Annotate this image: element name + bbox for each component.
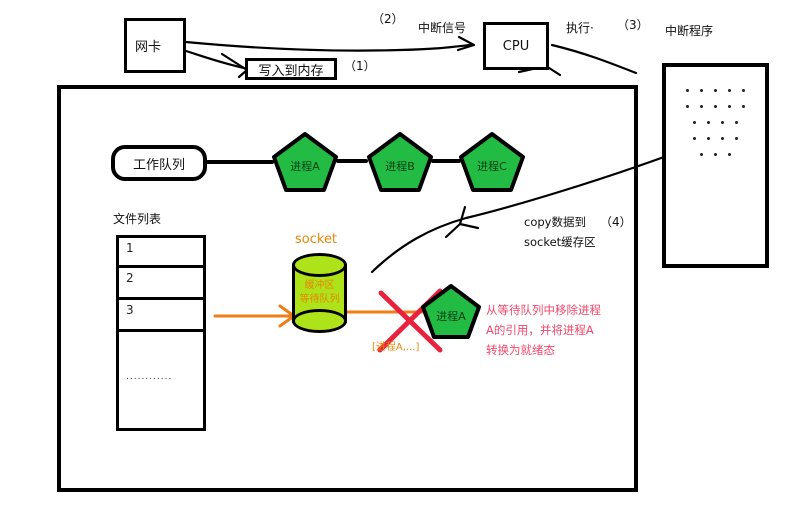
file-list-title: 文件列表 xyxy=(113,212,162,226)
file-list-row[interactable]: 3 xyxy=(119,300,203,332)
interrupt-program-label: 中断程序 xyxy=(665,24,714,38)
dot xyxy=(700,89,703,92)
dot xyxy=(735,121,738,124)
removed-process-label: 进程A xyxy=(436,309,466,323)
nic-to-memory-arrowhead-a xyxy=(220,52,249,72)
step-1-label: （1） xyxy=(344,59,376,73)
work-queue-label: 工作队列 xyxy=(132,157,185,173)
step-3-label: （3） xyxy=(617,18,649,32)
remove-note-line-3: 转换为就绪态 xyxy=(486,343,555,357)
dot xyxy=(714,105,717,108)
process-label: 进程A xyxy=(290,160,320,173)
dot xyxy=(728,105,731,108)
step-4-label: （4） xyxy=(600,215,632,229)
removed-process-node-a[interactable]: 进程A xyxy=(420,283,482,340)
copy-note: copy数据到 socket缓存区 xyxy=(524,212,596,252)
process-node-a[interactable]: 进程A xyxy=(271,131,339,193)
dot xyxy=(707,137,710,140)
dot xyxy=(728,89,731,92)
nic-label: 网卡 xyxy=(135,40,162,55)
cpu-box[interactable]: CPU xyxy=(483,22,549,70)
write-to-memory-box[interactable]: 写入到内存 xyxy=(245,58,337,80)
copy-note-line-1: copy数据到 xyxy=(524,215,586,229)
dot xyxy=(742,105,745,108)
file-list-row-label: ............ xyxy=(126,372,173,382)
file-list-box[interactable]: 1 2 3 ............ xyxy=(116,235,206,431)
execute-label: 执行· xyxy=(566,21,594,35)
process-label: 进程B xyxy=(385,160,415,173)
file-list-row[interactable]: 1 xyxy=(119,238,203,268)
cylinder-top xyxy=(292,253,347,277)
file-list-row-label: 3 xyxy=(126,303,134,317)
remove-note-line-1: 从等待队列中移除进程 xyxy=(486,303,601,317)
nic-to-cpu-arrowhead xyxy=(456,35,476,52)
file-list-row[interactable]: ............ xyxy=(119,332,203,424)
process-node-c[interactable]: 进程C xyxy=(458,131,526,193)
cylinder-line-1: 缓冲区 xyxy=(304,280,335,291)
dot xyxy=(693,121,696,124)
dot xyxy=(742,89,745,92)
dot-row xyxy=(666,153,765,156)
dot-row xyxy=(666,89,765,92)
nic-to-cpu-line xyxy=(184,40,472,52)
dot xyxy=(700,153,703,156)
file-list-row-label: 1 xyxy=(126,241,134,255)
remove-note: 从等待队列中移除进程 A的引用，并将进程A 转换为就绪态 xyxy=(486,300,601,360)
dot xyxy=(721,137,724,140)
dot-row xyxy=(666,137,765,140)
socket-cylinder[interactable]: 缓冲区 等待队列 xyxy=(292,253,347,335)
diagram-canvas: 网卡 写入到内存 （1） （2） 中断信号 CPU 执行· （3） 中断程序 工… xyxy=(0,0,794,505)
file-list-row-label: 2 xyxy=(126,271,134,285)
wait-queue-list-label: [进程A,...] xyxy=(372,342,420,353)
remove-note-line-2: A的引用，并将进程A xyxy=(486,323,594,337)
cpu-to-interrupt-line xyxy=(550,43,638,75)
step-2-label: （2） xyxy=(372,12,404,26)
dot xyxy=(707,121,710,124)
cylinder-text: 缓冲区 等待队列 xyxy=(292,279,347,307)
nic-to-memory-line xyxy=(184,49,246,70)
copy-note-line-2: socket缓存区 xyxy=(524,235,596,249)
interrupt-program-box[interactable] xyxy=(662,63,769,268)
dot xyxy=(728,153,731,156)
dot xyxy=(686,105,689,108)
interrupt-signal-label: 中断信号 xyxy=(418,21,467,35)
dot xyxy=(735,137,738,140)
process-label: 进程C xyxy=(477,160,507,173)
cpu-label: CPU xyxy=(502,38,530,54)
dot xyxy=(693,137,696,140)
cylinder-line-2: 等待队列 xyxy=(299,294,340,305)
cylinder-bottom xyxy=(292,309,347,333)
dot xyxy=(714,153,717,156)
dot xyxy=(700,105,703,108)
dot xyxy=(714,89,717,92)
dot-row xyxy=(666,105,765,108)
dot-row xyxy=(666,121,765,124)
dot xyxy=(721,121,724,124)
file-list-row[interactable]: 2 xyxy=(119,268,203,300)
write-to-memory-label: 写入到内存 xyxy=(258,63,324,79)
process-node-b[interactable]: 进程B xyxy=(366,131,434,193)
work-queue-box[interactable]: 工作队列 xyxy=(111,145,207,181)
nic-box[interactable]: 网卡 xyxy=(124,18,186,73)
dot xyxy=(686,89,689,92)
socket-label: socket xyxy=(295,232,338,247)
